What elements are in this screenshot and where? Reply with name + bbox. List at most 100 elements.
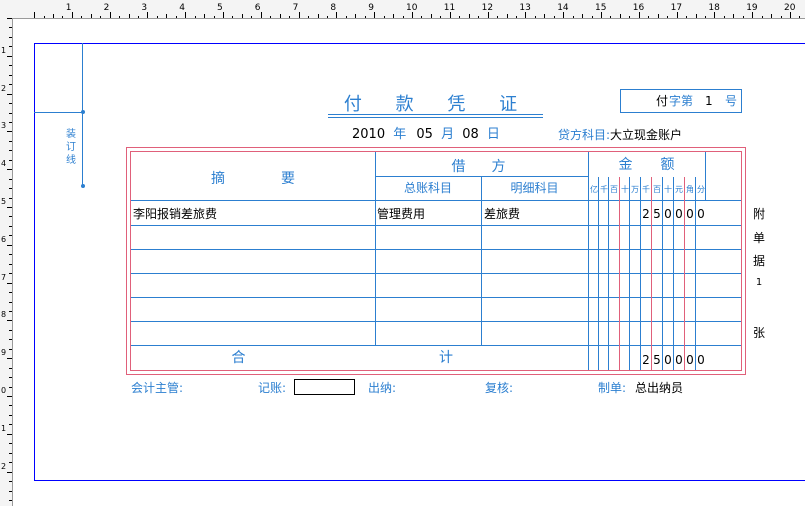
attachment-char: 张 — [752, 326, 765, 340]
date-day[interactable]: 08 — [462, 127, 479, 142]
detail-account-header: 明细科目 — [510, 181, 559, 195]
credit-account-label: 贷方科目: — [558, 128, 611, 142]
ruler-tick — [71, 12, 73, 18]
unit-label: 分 — [697, 185, 705, 194]
ruler-tick — [9, 103, 12, 104]
date-month[interactable]: 05 — [416, 127, 433, 142]
ruler-tick — [459, 16, 461, 18]
ruler-tick — [81, 16, 83, 18]
ruler-tick — [9, 386, 12, 388]
column-line — [481, 177, 482, 345]
ruler-tick — [610, 16, 612, 18]
row-general-account[interactable]: 管理费用 — [377, 205, 425, 222]
voucher-number[interactable]: 1 — [705, 90, 713, 112]
unit-label: 万 — [631, 185, 639, 194]
ruler-tick — [298, 12, 300, 18]
ruler-tick — [9, 121, 12, 123]
ruler-number: 4 — [179, 3, 185, 13]
amount-digit: 2 — [642, 207, 650, 221]
bookkeeper-label: 记账: — [258, 381, 287, 395]
maker-value[interactable]: 总出纳员 — [635, 379, 683, 396]
total-label: 计 — [439, 350, 453, 366]
ruler-tick — [147, 12, 149, 18]
binding-dot — [81, 184, 85, 188]
ruler-tick — [34, 12, 35, 18]
unit-label: 百 — [610, 185, 618, 194]
ruler-number: 14 — [557, 3, 569, 13]
date-month-label: 月 — [441, 127, 455, 142]
total-digit: 0 — [697, 353, 705, 367]
ruler-tick — [7, 244, 12, 246]
ruler-tick — [9, 150, 12, 152]
supervisor-label: 会计主管: — [131, 381, 184, 395]
ruler-tick — [7, 207, 12, 208]
ruler-number: 3 — [1, 121, 7, 131]
ruler-number: 0 — [1, 386, 7, 395]
voucher-title: 付 款 凭 证 — [343, 94, 532, 115]
unit-label: 十 — [621, 185, 629, 194]
credit-account-value[interactable]: 大立现金账户 — [610, 128, 682, 142]
ruler-tick — [9, 178, 12, 180]
ruler-tick — [704, 16, 706, 18]
ruler-tick — [9, 65, 12, 67]
voucher-number-suffix: 号 — [725, 94, 738, 108]
ruler-tick — [648, 16, 650, 18]
ruler-tick — [9, 329, 12, 331]
ruler-tick — [137, 16, 139, 18]
ruler-tick — [9, 140, 12, 142]
row-summary[interactable]: 李阳报销差旅费 — [133, 205, 217, 222]
ruler-tick — [7, 320, 12, 322]
ruler-number: 18 — [708, 3, 720, 13]
digit-line — [598, 177, 599, 370]
cashier-label: 出纳: — [368, 381, 397, 395]
ruler-tick — [9, 452, 12, 454]
ruler-number: 1 — [1, 45, 7, 55]
ruler-number: 2 — [1, 83, 7, 93]
ruler-tick — [7, 282, 12, 284]
ruler-tick — [9, 414, 12, 416]
ruler-number: 15 — [595, 3, 607, 13]
ruler-number: 20 — [784, 3, 796, 13]
ruler-tick — [686, 16, 687, 18]
ruler-tick — [279, 14, 281, 18]
row-detail-account[interactable]: 差旅费 — [484, 205, 520, 222]
ruler-tick — [345, 16, 347, 18]
ruler-number: 7 — [292, 3, 299, 13]
ruler-tick — [478, 16, 480, 18]
ruler-tick — [241, 14, 243, 18]
ruler-tick — [430, 14, 432, 18]
ruler-tick — [497, 16, 498, 18]
title-underline — [328, 114, 543, 115]
ruler-tick — [383, 16, 385, 18]
ruler-number: 1 — [1, 423, 7, 433]
total-digit: 0 — [675, 353, 683, 367]
ruler-tick — [506, 14, 508, 18]
ruler-tick — [761, 16, 763, 18]
unit-label: 千 — [642, 185, 650, 194]
ruler-tick — [9, 197, 12, 199]
digit-line — [662, 177, 663, 370]
ruler-number: 2 — [103, 3, 110, 13]
amount-digit: 0 — [664, 207, 672, 221]
ruler-tick — [223, 12, 224, 18]
attachment-char: 单 — [752, 231, 765, 245]
ruler-tick — [9, 254, 12, 256]
ruler-tick — [9, 188, 12, 190]
ruler-tick — [9, 292, 12, 293]
attachment-count[interactable]: 1 — [752, 277, 766, 288]
ruler-tick — [52, 14, 54, 18]
unit-label: 亿 — [590, 185, 598, 194]
ruler-tick — [43, 16, 45, 18]
date-year[interactable]: 2010 — [352, 127, 385, 142]
ruler-tick — [799, 16, 801, 18]
row-line — [131, 249, 741, 250]
voucher-number-box: 付 字第 1 号 — [620, 89, 742, 113]
attachment-char: 据 — [752, 254, 765, 268]
ruler-tick — [9, 424, 12, 426]
ruler-tick — [9, 36, 12, 38]
bookkeeper-input[interactable] — [294, 379, 355, 395]
ruler-tick — [100, 16, 102, 18]
ruler-tick — [194, 16, 196, 18]
ruler-tick — [667, 16, 669, 18]
ruler-tick — [9, 499, 12, 501]
